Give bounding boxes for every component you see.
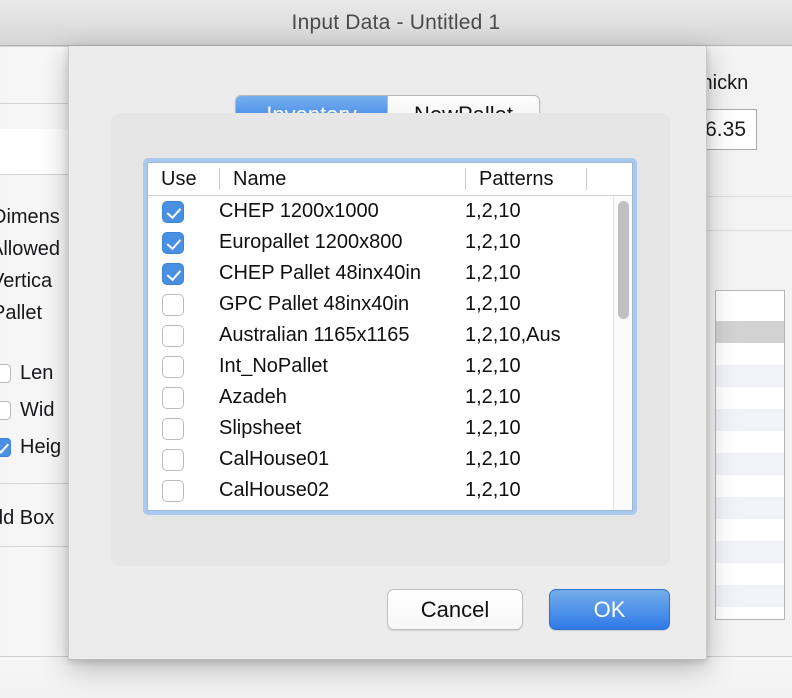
row-patterns: 1,2,10 [465, 479, 521, 501]
row-patterns: 1,2,10 [465, 231, 521, 253]
background-checkbox-label: Len [20, 362, 54, 384]
table-row [716, 343, 784, 365]
row-name: CalHouse01 [219, 448, 330, 470]
table-row [716, 541, 784, 563]
background-checkbox-label: Heig [20, 436, 62, 458]
checkbox-icon[interactable] [162, 479, 184, 502]
row-use-cell[interactable] [148, 324, 219, 347]
ok-button[interactable]: OK [549, 589, 670, 630]
table-row [716, 475, 784, 497]
inventory-list-focus-ring: Use Name Patterns CHEP 1200x1000 1,2,10 [143, 158, 637, 515]
table-row [716, 409, 784, 431]
background-label-dimensions: Dimens [0, 206, 60, 228]
row-use-cell[interactable] [148, 448, 219, 471]
row-name: GPC Pallet 48inx40in [219, 293, 410, 315]
table-row [716, 453, 784, 475]
row-patterns: 1,2,10,Aus [465, 324, 561, 346]
table-row[interactable]: CalHouse02 1,2,10 [148, 475, 613, 506]
row-use-cell[interactable] [148, 417, 219, 440]
list-vertical-scrollbar[interactable] [613, 196, 632, 510]
checkbox-checked-icon [0, 438, 11, 457]
background-bottom-bar [0, 656, 792, 698]
inventory-panel: Use Name Patterns CHEP 1200x1000 1,2,10 [111, 113, 670, 566]
background-label-add-box: dd Box [0, 507, 55, 529]
checkbox-checked-icon[interactable] [162, 231, 184, 254]
table-row[interactable]: CalHouse01 1,2,10 [148, 444, 613, 475]
window-title: Input Data - Untitled 1 [291, 10, 501, 34]
row-patterns: 1,2,10 [465, 417, 521, 439]
table-row [716, 519, 784, 541]
list-header-row: Use Name Patterns [148, 163, 632, 196]
table-row[interactable]: Europallet 1200x800 1,2,10 [148, 227, 613, 258]
table-row[interactable]: Azadeh 1,2,10 [148, 382, 613, 413]
table-row[interactable]: Int_NoPallet 1,2,10 [148, 351, 613, 382]
row-name: Slipsheet [219, 417, 302, 439]
column-header-patterns[interactable]: Patterns [465, 168, 586, 190]
row-name: CHEP 1200x1000 [219, 200, 379, 222]
table-row[interactable]: Australian 1165x1165 1,2,10,Aus [148, 320, 613, 351]
column-header-name[interactable]: Name [219, 168, 465, 190]
table-row[interactable]: CHEP 1200x1000 1,2,10 [148, 196, 613, 227]
background-label-allowed: Allowed [0, 238, 61, 260]
table-row [716, 387, 784, 409]
input-data-dialog: Inventory NewPallet Use Name Patterns C [68, 46, 707, 660]
row-use-cell[interactable] [148, 386, 219, 409]
checkbox-checked-icon[interactable] [162, 200, 184, 223]
table-row[interactable]: Slipsheet 1,2,10 [148, 413, 613, 444]
row-name: Int_NoPallet [219, 355, 328, 377]
background-checkbox-label: Wid [20, 399, 55, 421]
row-name: CHEP Pallet 48inx40in [219, 262, 421, 284]
scrollbar-thumb[interactable] [618, 201, 629, 319]
window-titlebar: Input Data - Untitled 1 [0, 0, 792, 46]
row-name: CalHouse02 [219, 479, 330, 501]
row-patterns: 1,2,10 [465, 200, 521, 222]
row-use-cell[interactable] [148, 293, 219, 316]
checkbox-icon[interactable] [162, 417, 184, 440]
checkbox-icon[interactable] [162, 448, 184, 471]
list-body: CHEP 1200x1000 1,2,10 Europallet 1200x80… [148, 196, 613, 510]
cancel-button[interactable]: Cancel [387, 589, 523, 630]
table-row [716, 291, 784, 321]
row-use-cell[interactable] [148, 231, 219, 254]
table-row [716, 585, 784, 607]
background-label-pallet: Pallet [0, 302, 43, 324]
row-name: Azadeh [219, 386, 287, 408]
table-row [716, 497, 784, 519]
column-header-blank[interactable] [586, 168, 632, 190]
row-use-cell[interactable] [148, 200, 219, 223]
checkbox-icon [0, 401, 11, 420]
checkbox-icon[interactable] [162, 293, 184, 316]
table-row [716, 431, 784, 453]
background-data-table [715, 290, 785, 620]
table-row [716, 321, 784, 343]
background-label-vertical: Vertica [0, 270, 53, 292]
table-row[interactable]: GPC Pallet 48inx40in 1,2,10 [148, 289, 613, 320]
background-checkbox-height[interactable]: Heig [0, 436, 61, 459]
checkbox-icon[interactable] [162, 324, 184, 347]
row-name: Australian 1165x1165 [219, 324, 410, 346]
row-patterns: 1,2,10 [465, 355, 521, 377]
row-use-cell[interactable] [148, 262, 219, 285]
row-name: Europallet 1200x800 [219, 231, 403, 253]
checkbox-checked-icon[interactable] [162, 262, 184, 285]
checkbox-icon[interactable] [162, 355, 184, 378]
row-use-cell[interactable] [148, 355, 219, 378]
inventory-list[interactable]: Use Name Patterns CHEP 1200x1000 1,2,10 [147, 162, 633, 511]
screen: Input Data - Untitled 1 Dimens Allowed V… [0, 0, 792, 698]
row-patterns: 1,2,10 [465, 293, 521, 315]
row-patterns: 1,2,10 [465, 448, 521, 470]
row-patterns: 1,2,10 [465, 262, 521, 284]
table-row[interactable]: CalHouse03 1,2,10 [148, 506, 613, 510]
table-row [716, 563, 784, 585]
column-header-use[interactable]: Use [148, 168, 219, 190]
background-checkbox-length[interactable]: Len [0, 362, 53, 385]
checkbox-icon [0, 364, 11, 383]
background-checkbox-width[interactable]: Wid [0, 399, 54, 422]
checkbox-icon[interactable] [162, 386, 184, 409]
row-patterns: 1,2,10 [465, 386, 521, 408]
table-row [716, 365, 784, 387]
row-use-cell[interactable] [148, 479, 219, 502]
table-row[interactable]: CHEP Pallet 48inx40in 1,2,10 [148, 258, 613, 289]
